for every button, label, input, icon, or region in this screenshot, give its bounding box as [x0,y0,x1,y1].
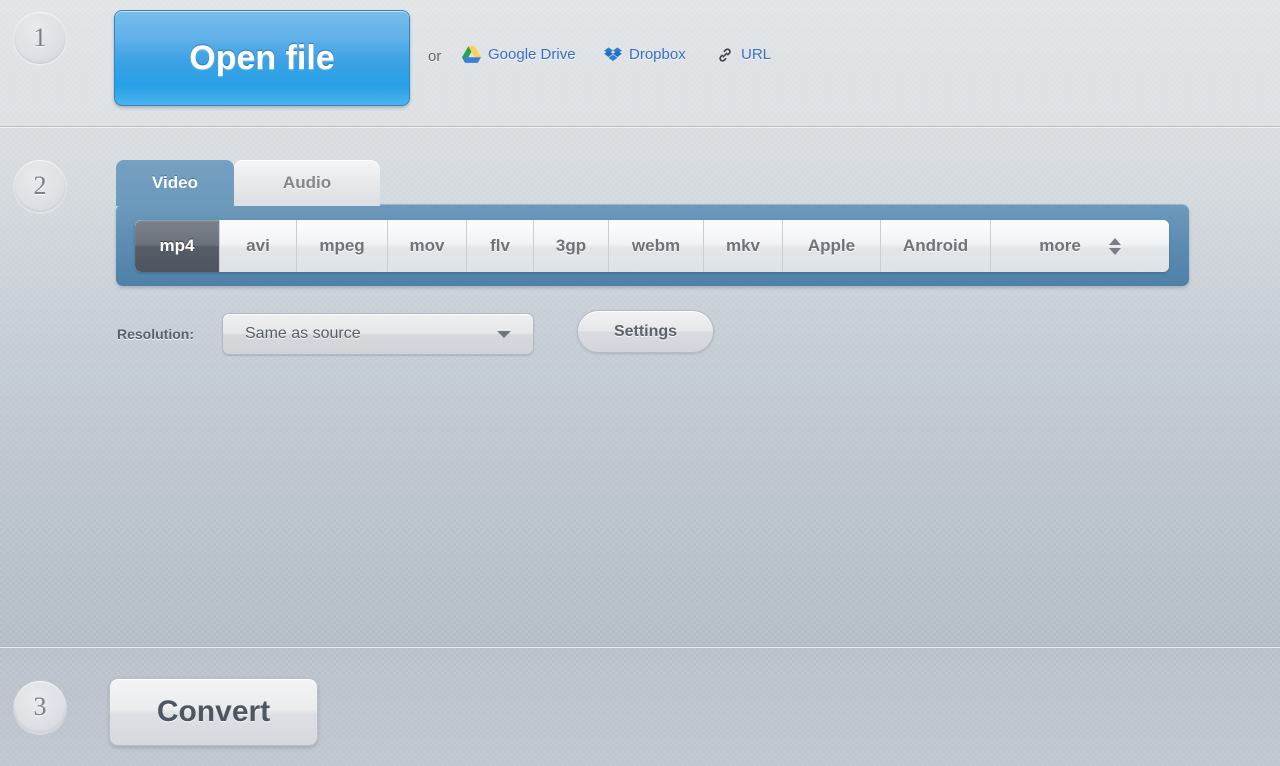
section-divider-top [0,126,1280,128]
url-label: URL [741,46,772,63]
tab-video-label: Video [152,173,198,192]
format-option-android[interactable]: Android [881,220,991,272]
tab-video[interactable]: Video [116,160,234,206]
dropbox-source-link[interactable]: Dropbox [604,46,686,63]
settings-button-label: Settings [613,322,678,340]
step-1-badge: 1 [14,12,66,64]
google-drive-icon [462,46,481,63]
resolution-selected-value: Same as source [245,325,361,342]
format-option-mpeg-label: mpeg [319,236,365,255]
resolution-label: Resolution: [117,326,194,342]
open-file-label: Open file [189,38,335,77]
format-option-mov[interactable]: mov [388,220,467,272]
settings-button[interactable]: Settings [577,310,714,353]
step-3-badge: 3 [14,681,66,733]
format-option-flv-label: flv [490,236,510,255]
url-source-link[interactable]: URL [716,46,771,63]
section-divider-bottom [0,646,1280,648]
format-option-flv[interactable]: flv [467,220,534,272]
format-option-mkv-label: mkv [725,236,761,255]
open-file-button[interactable]: Open file [114,10,410,106]
step-3-number: 3 [33,692,47,721]
dropbox-icon [604,46,622,63]
convert-button[interactable]: Convert [109,678,318,746]
or-separator-label: or [428,48,442,65]
step-2-badge: 2 [14,160,66,212]
background-texture [0,0,1280,766]
format-option-mp4-label: mp4 [159,236,195,255]
format-option-mkv[interactable]: mkv [704,220,783,272]
format-option-3gp-label: 3gp [555,236,587,255]
format-option-apple-label: Apple [807,236,856,255]
tab-audio-label: Audio [282,173,332,192]
link-icon [716,47,734,63]
convert-button-label: Convert [156,695,271,728]
format-option-android-label: Android [902,236,969,255]
step-1-number: 1 [33,23,47,52]
tab-audio[interactable]: Audio [234,160,380,206]
google-drive-label: Google Drive [488,46,576,63]
format-option-webm[interactable]: webm [609,220,704,272]
step-2-number: 2 [33,171,47,200]
format-option-3gp[interactable]: 3gp [534,220,609,272]
converter-page: 1 Open file or Google Drive Dropbox URL … [0,0,1280,766]
format-option-more-label: more [1039,236,1081,255]
google-drive-source-link[interactable]: Google Drive [462,46,576,63]
dropbox-label: Dropbox [629,46,686,63]
stepper-updown-icon[interactable] [1108,237,1121,255]
format-option-mp4[interactable]: mp4 [135,220,220,272]
format-segmented-control: mp4 avi mpeg mov flv 3gp webm mkv Apple … [135,220,1169,272]
resolution-select[interactable]: Same as source [222,313,534,355]
format-option-more[interactable]: more [991,220,1169,272]
format-option-apple[interactable]: Apple [783,220,881,272]
format-option-avi[interactable]: avi [220,220,297,272]
format-option-webm-label: webm [631,236,681,255]
format-option-mpeg[interactable]: mpeg [297,220,388,272]
chevron-down-icon [497,330,511,338]
format-option-avi-label: avi [246,236,270,255]
format-option-mov-label: mov [409,236,445,255]
